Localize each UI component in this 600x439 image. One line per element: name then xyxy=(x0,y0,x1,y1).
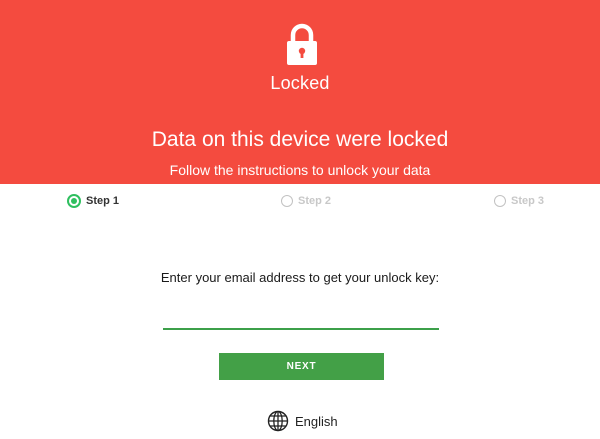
step-1[interactable]: Step 1 xyxy=(67,193,119,209)
locked-header: Locked Data on this device were locked F… xyxy=(0,0,600,184)
stepper: Step 1 Step 2 Step 3 xyxy=(0,184,600,218)
step-2-label: Step 2 xyxy=(298,195,332,207)
step-1-label: Step 1 xyxy=(86,195,120,207)
next-button[interactable]: NEXT xyxy=(219,353,384,380)
email-field[interactable] xyxy=(163,306,439,330)
step-2[interactable]: Step 2 xyxy=(281,193,331,209)
step-3-label: Step 3 xyxy=(511,195,545,207)
lock-status-label: Locked xyxy=(270,73,330,93)
page-title: Data on this device were locked xyxy=(151,128,449,151)
step-3[interactable]: Step 3 xyxy=(494,193,544,209)
step-2-radio-icon xyxy=(281,195,293,207)
step-1-radio-icon xyxy=(67,194,81,208)
step-3-radio-icon xyxy=(494,195,506,207)
globe-icon xyxy=(267,410,289,432)
lock-icon xyxy=(287,23,317,65)
language-selector[interactable]: English xyxy=(267,409,338,433)
email-prompt: Enter your email address to get your unl… xyxy=(160,270,440,285)
language-label: English xyxy=(295,413,338,429)
page-subtitle: Follow the instructions to unlock your d… xyxy=(169,162,431,178)
